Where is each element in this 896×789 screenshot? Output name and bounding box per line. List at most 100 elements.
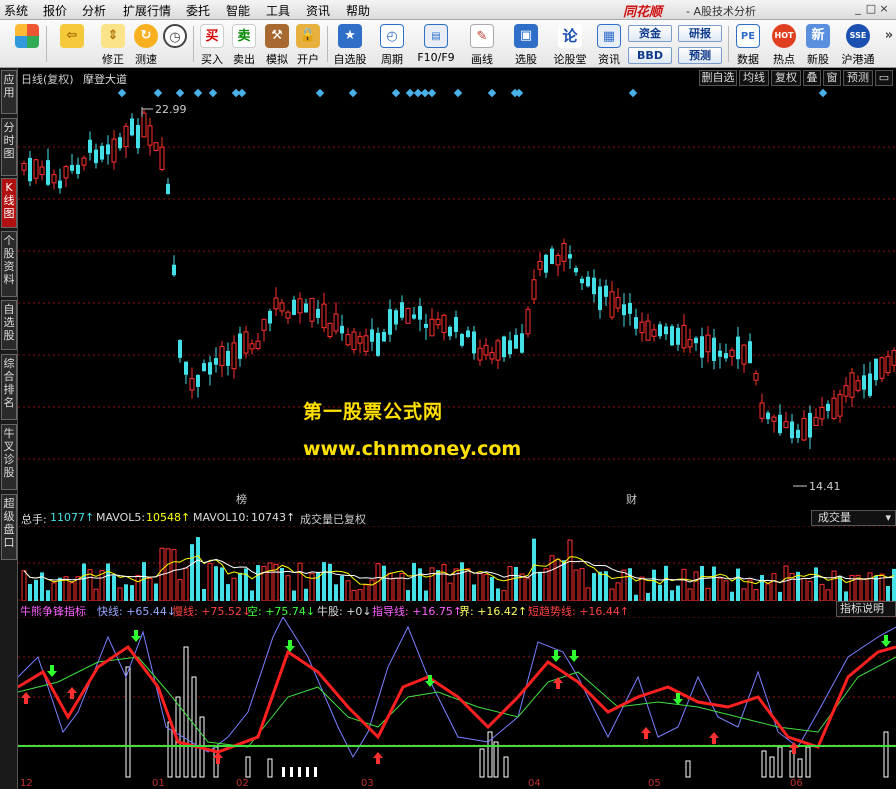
tab-kline[interactable]: K线图 — [1, 178, 17, 228]
data-button[interactable]: PE 数据 — [732, 20, 764, 68]
candle-body — [598, 286, 602, 311]
volume-bar — [345, 580, 351, 601]
tab-watchlist[interactable]: 自选股 — [1, 300, 17, 350]
candle-body — [460, 333, 464, 346]
menu-smart[interactable]: 智能 — [226, 2, 250, 19]
buy-button[interactable]: 买 买入 — [197, 20, 227, 68]
mavol5-label: MAVOL5: — [96, 511, 146, 524]
volume-bar — [226, 584, 230, 601]
volume-bar — [424, 590, 428, 601]
clock-button[interactable]: ◷ — [160, 20, 190, 68]
open-account-button[interactable]: 🔒 开户 — [293, 20, 323, 68]
candle-body — [489, 352, 495, 360]
new-stock-button[interactable]: 新 新股 — [802, 20, 834, 68]
forum-button[interactable]: 论 论股堂 — [550, 20, 590, 68]
tab-apps[interactable]: 应用 — [1, 70, 17, 114]
correct-button[interactable]: ⇕ 修正 — [96, 20, 130, 68]
forecast-button[interactable]: 预测 — [678, 47, 722, 64]
candle-body — [316, 308, 320, 318]
lock-icon: 🔒 — [296, 24, 320, 48]
f10-button[interactable]: ▤ F10/F9 — [414, 20, 458, 68]
tab-super-board[interactable]: 超级盘口 — [1, 494, 17, 560]
tab-ranking[interactable]: 综合排名 — [1, 354, 17, 420]
volume-bar — [207, 562, 213, 601]
volume-bar — [244, 568, 248, 601]
volume-bar — [460, 562, 464, 601]
remove-watchlist-button[interactable]: 删自选 — [699, 70, 737, 86]
layout-button[interactable] — [12, 20, 42, 68]
fast-line — [18, 617, 896, 759]
period-label[interactable]: 日线(复权) — [21, 71, 74, 87]
volume-bar — [220, 567, 224, 601]
volume-bar — [639, 576, 645, 601]
candle-body — [70, 165, 74, 171]
menu-tools[interactable]: 工具 — [266, 2, 290, 19]
watchlist-button[interactable]: ★ 自选股 — [330, 20, 370, 68]
volume-bar — [562, 560, 566, 601]
hot-button[interactable]: HOT 热点 — [768, 20, 800, 68]
close-icon[interactable]: × — [878, 2, 890, 16]
panel-menu-button[interactable]: ▭ — [875, 70, 893, 86]
volume-note: 成交量已复权 — [300, 513, 366, 526]
volume-bar — [322, 562, 326, 601]
candle-body — [724, 353, 728, 359]
tab-diagnosis[interactable]: 牛叉诊股 — [1, 424, 17, 490]
funds-button[interactable]: 资金 — [628, 25, 672, 42]
volume-bar — [712, 566, 716, 601]
volume-bar — [441, 564, 447, 601]
sh-hk-connect-button[interactable]: SSE 沪港通 — [838, 20, 878, 68]
research-button[interactable]: 研报 — [678, 25, 722, 42]
volume-bar — [142, 562, 146, 601]
speed-test-button[interactable]: ↻ 测速 — [129, 20, 163, 68]
stock-select-button[interactable]: ▣ 选股 — [506, 20, 546, 68]
more-button[interactable]: » — [882, 20, 896, 68]
ma-button[interactable]: 均线 — [739, 70, 769, 86]
volume-chart[interactable] — [18, 526, 896, 601]
chevron-right-icon: » — [884, 28, 894, 43]
indicator-help-button[interactable]: 指标说明 — [836, 601, 896, 617]
forecast-toggle-button[interactable]: 预测 — [843, 70, 873, 86]
rights-adjust-button[interactable]: 复权 — [771, 70, 801, 86]
minimize-icon[interactable]: _ — [852, 2, 864, 16]
draw-line-button[interactable]: ✎ 画线 — [462, 20, 502, 68]
volume-bar — [387, 572, 393, 601]
watermark-title: 第一股票公式网 — [303, 401, 444, 423]
candle-body — [766, 412, 770, 420]
maximize-icon[interactable]: □ — [865, 2, 877, 16]
candle-body — [658, 324, 662, 337]
candle-body — [651, 329, 657, 337]
volume-bar — [472, 584, 476, 601]
volume-bar — [736, 568, 740, 601]
info-button[interactable]: ▦ 资讯 — [594, 20, 624, 68]
tab-intraday[interactable]: 分时图 — [1, 118, 17, 176]
overlay-button[interactable]: 叠 — [803, 70, 821, 86]
menu-trade[interactable]: 委托 — [186, 2, 210, 19]
back-button[interactable]: ⇦ — [55, 20, 89, 68]
volume-bar — [124, 584, 128, 601]
sell-button[interactable]: 卖 卖出 — [229, 20, 259, 68]
signal-diamond — [405, 88, 415, 98]
tab-stock-profile[interactable]: 个股资料 — [1, 231, 17, 297]
candle-body — [279, 302, 285, 312]
period-button[interactable]: ◴ 周期 — [372, 20, 412, 68]
volume-bar — [147, 577, 153, 601]
indicator-chart[interactable] — [18, 617, 896, 780]
candle-body — [783, 421, 789, 429]
menu-quotes[interactable]: 报价 — [43, 2, 67, 19]
volume-bar — [412, 562, 416, 601]
simulate-button[interactable]: ⚒ 模拟 — [262, 20, 292, 68]
candle-body — [231, 342, 237, 370]
candle-body — [100, 145, 104, 160]
candle-body — [208, 362, 212, 375]
menu-extended-quotes[interactable]: 扩展行情 — [123, 2, 171, 19]
up-arrow-icon — [373, 752, 383, 764]
signal-diamond — [315, 88, 325, 98]
indicator-bar — [125, 666, 131, 778]
volume-dropdown[interactable]: 成交量 ▾ — [811, 510, 896, 526]
window-button[interactable]: 窗 — [823, 70, 841, 86]
menu-analysis[interactable]: 分析 — [82, 2, 106, 19]
menu-system[interactable]: 系统 — [4, 2, 28, 19]
menu-news[interactable]: 资讯 — [306, 2, 330, 19]
bbd-button[interactable]: BBD — [628, 47, 672, 64]
menu-help[interactable]: 帮助 — [346, 2, 370, 19]
